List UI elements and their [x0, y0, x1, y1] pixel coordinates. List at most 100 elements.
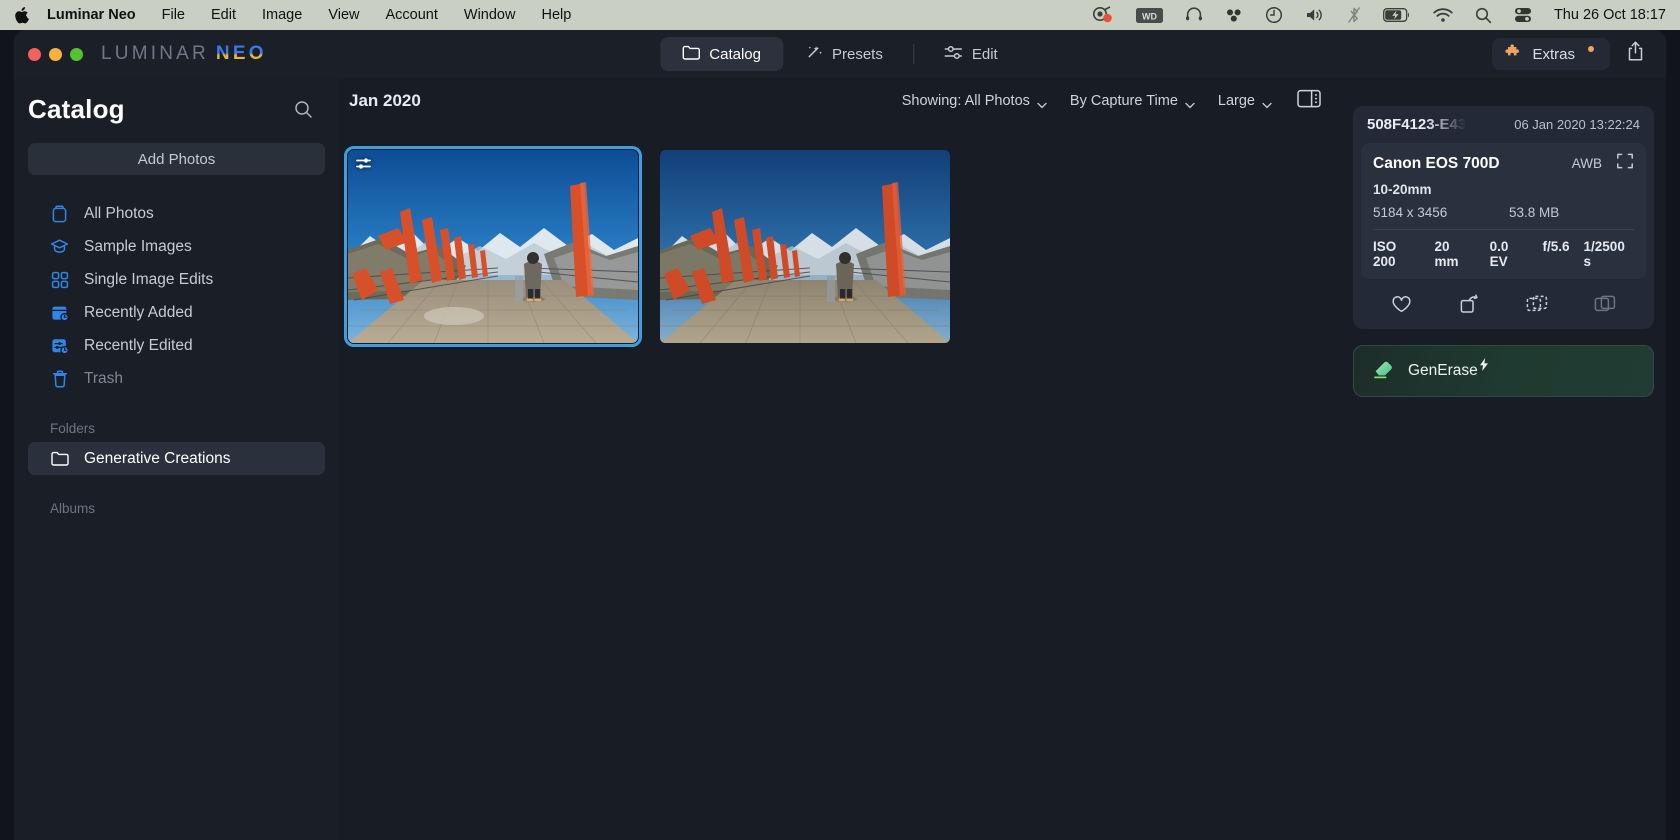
all-photos-icon — [50, 204, 69, 223]
generase-button[interactable]: GenErase — [1353, 345, 1654, 397]
exif-camera-row: Canon EOS 700D AWB — [1373, 153, 1634, 174]
photo-capture-date: 06 Jan 2020 13:22:24 — [1514, 117, 1640, 132]
tab-divider — [912, 44, 914, 64]
menu-item-view[interactable]: View — [328, 7, 359, 23]
sidebar-item-recently-edited[interactable]: Recently Edited — [28, 329, 325, 362]
extras-notification-dot — [1588, 46, 1594, 52]
thumbnail-size-dropdown[interactable]: Large — [1206, 86, 1283, 116]
sort-order-dropdown[interactable]: By Capture Time — [1058, 86, 1206, 116]
sidebar-item-label: Recently Edited — [84, 336, 193, 354]
menubar-clock[interactable]: Thu 26 Oct 18:17 — [1554, 7, 1666, 23]
sidebar-list: All Photos Sample Images Single Image Ed… — [14, 197, 339, 395]
photo-filename: 508F4123-E43 — [1367, 116, 1467, 133]
app-toolbar: LUMINAR NEO Catalog Presets Edit Extras — [14, 30, 1666, 78]
right-panel-toggle-button[interactable] — [1283, 89, 1329, 113]
folder-icon — [50, 449, 69, 468]
generase-label: GenErase — [1408, 358, 1488, 380]
minimize-window-button[interactable] — [49, 47, 62, 61]
file-size: 53.8 MB — [1509, 205, 1560, 220]
sliders-icon — [944, 45, 963, 64]
image-dimensions: 5184 x 3456 — [1373, 205, 1448, 220]
rotate-icon[interactable] — [1456, 293, 1482, 315]
menu-item-image[interactable]: Image — [262, 7, 302, 23]
extras-button[interactable]: Extras — [1492, 38, 1610, 70]
exif-aperture: f/5.6 — [1542, 239, 1570, 254]
sidebar-item-label: Trash — [84, 369, 124, 387]
sidebar-item-single-image-edits[interactable]: Single Image Edits — [28, 263, 325, 296]
showing-filter-dropdown[interactable]: Showing: All Photos — [890, 86, 1058, 116]
menu-item-account[interactable]: Account — [385, 7, 437, 23]
apple-menu-icon[interactable] — [14, 6, 29, 24]
lightning-bolt-icon — [1479, 358, 1489, 376]
zoom-window-button[interactable] — [70, 47, 83, 61]
photo-scene-edited — [348, 150, 638, 343]
window-traffic-lights — [28, 47, 83, 61]
exif-exposure-compensation: 0.0 EV — [1489, 239, 1509, 269]
chevron-down-icon — [1037, 97, 1047, 108]
sidebar-item-recently-added[interactable]: Recently Added — [28, 296, 325, 329]
sort-order-label: By Capture Time — [1069, 93, 1178, 109]
menu-item-luminar-neo[interactable]: Luminar Neo — [47, 7, 136, 23]
spotlight-search-icon[interactable] — [1475, 7, 1492, 24]
screen-recording-icon[interactable] — [1092, 6, 1114, 24]
puzzle-piece-icon — [1505, 43, 1523, 65]
sidebar-item-all-photos[interactable]: All Photos — [28, 197, 325, 230]
sidebar-item-generative-creations[interactable]: Generative Creations — [28, 442, 325, 475]
time-machine-icon[interactable] — [1265, 6, 1283, 24]
tab-edit[interactable]: Edit — [922, 37, 1020, 71]
tab-edit-label: Edit — [971, 45, 998, 63]
chevron-down-icon — [1262, 97, 1272, 108]
exif-block: Canon EOS 700D AWB 10-20mm 5184 x 3456 5… — [1361, 143, 1646, 279]
sidebar-item-label: Generative Creations — [84, 449, 231, 467]
wifi-icon[interactable] — [1433, 7, 1453, 23]
battery-charging-icon[interactable] — [1383, 8, 1411, 22]
share-button[interactable] — [1618, 38, 1652, 70]
sidebar-item-sample-images[interactable]: Sample Images — [28, 230, 325, 263]
headphones-icon[interactable] — [1185, 6, 1203, 24]
menu-item-window[interactable]: Window — [464, 7, 516, 23]
macos-menu-bar: Luminar Neo File Edit Image View Account… — [0, 0, 1680, 30]
exif-shutter-speed: 1/2500 s — [1583, 239, 1625, 269]
exif-iso: ISO 200 — [1373, 239, 1397, 269]
thumbnail-mountain-platform-original[interactable] — [660, 150, 950, 343]
close-window-button[interactable] — [28, 47, 41, 61]
sidebar-section-folders-label: Folders — [50, 421, 96, 436]
tab-catalog-label: Catalog — [709, 45, 761, 63]
toolbar-right-group: Extras — [1492, 38, 1652, 70]
sidebar-item-label: Sample Images — [84, 237, 192, 255]
generase-text: GenErase — [1408, 362, 1478, 379]
duplicate-icon[interactable] — [1525, 293, 1551, 315]
menu-item-file[interactable]: File — [162, 7, 185, 23]
showing-filter-label: Showing: All Photos — [901, 93, 1030, 109]
sidebar-item-label: All Photos — [84, 204, 154, 222]
control-center-icon[interactable] — [1514, 7, 1532, 23]
sidebar-header: Catalog — [14, 78, 339, 125]
volume-icon[interactable] — [1305, 7, 1325, 23]
camera-model: Canon EOS 700D — [1373, 154, 1500, 172]
tab-presets[interactable]: Presets — [783, 37, 905, 71]
exif-focal-length: 20 mm — [1434, 239, 1459, 269]
sidebar-item-trash[interactable]: Trash — [28, 362, 325, 395]
stack-icon[interactable] — [1593, 293, 1619, 315]
thumbnail-size-label: Large — [1217, 93, 1255, 109]
dropbox-icon[interactable] — [1225, 7, 1243, 23]
magic-wand-icon — [805, 44, 823, 64]
wd-drive-icon[interactable]: WD — [1135, 7, 1163, 23]
sidebar-item-label: Recently Added — [84, 303, 193, 321]
thumbnail-mountain-platform-edited[interactable] — [344, 146, 642, 347]
photo-info-header: 508F4123-E43 06 Jan 2020 13:22:24 — [1353, 116, 1654, 143]
catalog-sidebar: Catalog Add Photos All Photos Sample Ima… — [14, 78, 339, 840]
tab-presets-label: Presets — [831, 45, 883, 63]
add-photos-button[interactable]: Add Photos — [28, 143, 325, 175]
bluetooth-off-icon[interactable] — [1347, 6, 1361, 24]
brand-neo: NEO — [215, 43, 267, 64]
photo-grid-area: Jan 2020 Showing: All Photos By Capture … — [339, 78, 1341, 840]
search-icon[interactable] — [290, 96, 317, 123]
chevron-down-icon — [1185, 97, 1195, 108]
menubar-tray: WD Thu 26 Oct 18:17 — [1070, 6, 1666, 24]
favorite-heart-icon[interactable] — [1388, 293, 1414, 315]
menu-item-edit[interactable]: Edit — [211, 7, 236, 23]
tab-catalog[interactable]: Catalog — [660, 37, 783, 71]
menu-item-help[interactable]: Help — [541, 7, 571, 23]
month-heading: Jan 2020 — [349, 91, 421, 110]
